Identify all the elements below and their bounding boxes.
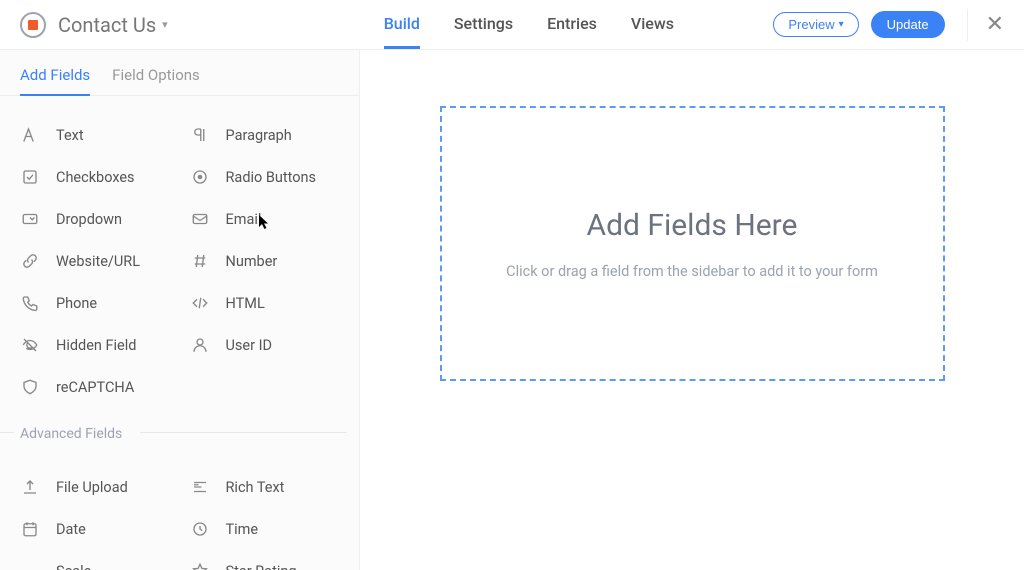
form-title-text: Contact Us: [58, 13, 156, 37]
field-type-html[interactable]: HTML: [190, 282, 360, 324]
captcha-icon: [20, 377, 40, 397]
field-type-date[interactable]: Date: [20, 508, 190, 550]
close-icon[interactable]: ✕: [967, 9, 1004, 41]
sidebar: Add Fields Field Options Text Paragraph Ch…: [0, 50, 360, 570]
field-label: Star Rating: [226, 563, 297, 570]
field-label: Rich Text: [226, 479, 285, 496]
tab-settings[interactable]: Settings: [454, 1, 513, 49]
field-type-recaptcha[interactable]: reCAPTCHA: [20, 366, 190, 408]
field-label: Email: [226, 211, 262, 228]
number-icon: [190, 251, 210, 271]
field-label: Website/URL: [56, 253, 140, 270]
field-type-dropdown[interactable]: Dropdown: [20, 198, 190, 240]
field-label: HTML: [226, 295, 265, 312]
scale-icon: [20, 561, 40, 570]
tab-build[interactable]: Build: [384, 1, 420, 49]
field-type-hidden-field[interactable]: Hidden Field: [20, 324, 190, 366]
url-icon: [20, 251, 40, 271]
field-type-phone[interactable]: Phone: [20, 282, 190, 324]
field-label: Scale: [56, 563, 91, 570]
phone-icon: [20, 293, 40, 313]
field-type-time[interactable]: Time: [190, 508, 360, 550]
chevron-down-icon: ▾: [162, 18, 168, 31]
field-label: User ID: [226, 337, 273, 354]
star-icon: [190, 561, 210, 570]
field-type-paragraph[interactable]: Paragraph: [190, 114, 360, 156]
richtext-icon: [190, 477, 210, 497]
field-type-scale[interactable]: Scale: [20, 550, 190, 570]
field-type-rich-text[interactable]: Rich Text: [190, 466, 360, 508]
update-button[interactable]: Update: [871, 11, 945, 38]
field-label: Radio Buttons: [226, 169, 317, 186]
app-logo: [20, 12, 46, 38]
field-type-file-upload[interactable]: File Upload: [20, 466, 190, 508]
field-label: Hidden Field: [56, 337, 136, 354]
html-icon: [190, 293, 210, 313]
field-type-radio-buttons[interactable]: Radio Buttons: [190, 156, 360, 198]
sidebar-tab-add-fields[interactable]: Add Fields: [20, 66, 90, 96]
user-icon: [190, 335, 210, 355]
radio-icon: [190, 167, 210, 187]
checkbox-icon: [20, 167, 40, 187]
field-label: File Upload: [56, 479, 128, 496]
field-type-email[interactable]: Email: [190, 198, 360, 240]
field-label: reCAPTCHA: [56, 379, 134, 396]
dropdown-icon: [20, 209, 40, 229]
field-type-website-url[interactable]: Website/URL: [20, 240, 190, 282]
field-label: Phone: [56, 295, 97, 312]
upload-icon: [20, 477, 40, 497]
form-dropzone[interactable]: Add Fields Here Click or drag a field fr…: [440, 106, 945, 381]
tab-views[interactable]: Views: [631, 1, 674, 49]
field-label: Paragraph: [226, 127, 292, 144]
text-icon: [20, 125, 40, 145]
tab-entries[interactable]: Entries: [547, 1, 597, 49]
field-label: Dropdown: [56, 211, 122, 228]
advanced-fields-header: Advanced Fields: [0, 416, 359, 448]
chevron-down-icon: ▾: [839, 19, 844, 30]
field-label: Checkboxes: [56, 169, 135, 186]
dropzone-subtitle: Click or drag a field from the sidebar t…: [506, 263, 878, 280]
field-label: Number: [226, 253, 278, 270]
field-type-text[interactable]: Text: [20, 114, 190, 156]
field-label: Time: [226, 521, 259, 538]
dropzone-title: Add Fields Here: [587, 208, 798, 243]
field-type-checkboxes[interactable]: Checkboxes: [20, 156, 190, 198]
email-icon: [190, 209, 210, 229]
paragraph-icon: [190, 125, 210, 145]
form-title-dropdown[interactable]: Contact Us ▾: [58, 13, 168, 37]
field-type-number[interactable]: Number: [190, 240, 360, 282]
field-type-user-id[interactable]: User ID: [190, 324, 360, 366]
field-label: Text: [56, 127, 84, 144]
preview-button[interactable]: Preview ▾: [773, 12, 858, 37]
field-label: Date: [56, 521, 86, 538]
time-icon: [190, 519, 210, 539]
date-icon: [20, 519, 40, 539]
hidden-icon: [20, 335, 40, 355]
sidebar-tab-field-options[interactable]: Field Options: [112, 66, 200, 96]
field-type-star-rating[interactable]: Star Rating: [190, 550, 360, 570]
